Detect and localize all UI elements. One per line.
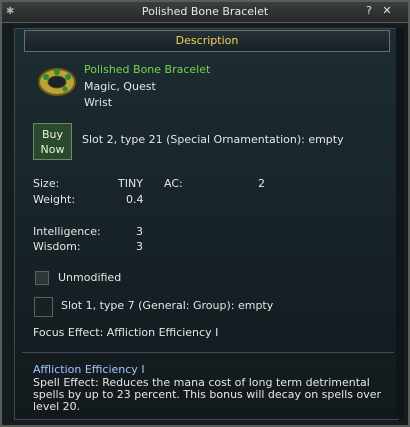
item-slot: Wrist <box>84 96 113 109</box>
window-title: Polished Bone Bracelet <box>141 5 269 18</box>
weight-label: Weight: <box>33 193 76 206</box>
item-meta: Magic, Quest Wrist <box>84 79 156 111</box>
item-name: Polished Bone Bracelet <box>84 63 211 76</box>
size-label: Size: <box>33 177 60 190</box>
scroll-track[interactable] <box>396 28 404 418</box>
int-label: Intelligence: <box>33 225 101 238</box>
description-header: Description <box>24 30 390 52</box>
help-button[interactable]: ? <box>362 4 376 18</box>
buy-now-button[interactable]: Buy Now <box>33 123 72 160</box>
size-value: TINY <box>118 177 143 190</box>
slot1-info: Slot 1, type 7 (General: Group): empty <box>61 299 274 312</box>
unmodified-checkbox[interactable] <box>35 271 49 285</box>
title-bar[interactable]: ✱ Polished Bone Bracelet ? ✕ <box>2 2 408 23</box>
wis-value: 3 <box>136 240 143 253</box>
ac-label: AC: <box>164 177 183 190</box>
slot2-info: Slot 2, type 21 (Special Ornamentation):… <box>82 133 344 146</box>
ac-value: 2 <box>258 177 265 190</box>
item-window: ✱ Polished Bone Bracelet ? ✕ Description… <box>0 0 410 427</box>
unmodified-label: Unmodified <box>58 271 122 284</box>
affliction-title[interactable]: Affliction Efficiency I <box>33 363 145 376</box>
item-flags: Magic, Quest <box>84 80 156 93</box>
divider <box>22 352 394 353</box>
bracelet-icon <box>38 68 76 96</box>
slot1-box[interactable] <box>34 297 53 317</box>
wis-label: Wisdom: <box>33 240 81 253</box>
int-value: 3 <box>136 225 143 238</box>
close-button[interactable]: ✕ <box>380 4 394 18</box>
focus-effect: Focus Effect: Affliction Efficiency I <box>33 326 219 339</box>
weight-value: 0.4 <box>126 193 144 206</box>
affliction-body: Spell Effect: Reduces the mana cost of l… <box>33 376 382 413</box>
